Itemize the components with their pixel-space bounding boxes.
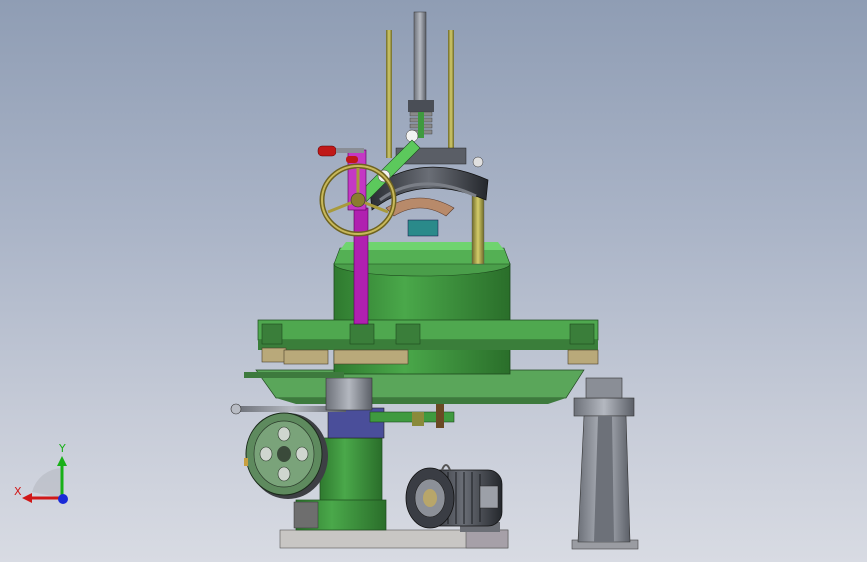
x-axis-label: X <box>14 485 22 498</box>
orientation-triad: Y X <box>14 442 68 504</box>
drive-pulley <box>244 412 328 499</box>
triad-plane-shading <box>32 468 62 498</box>
z-axis-dot-icon <box>58 494 68 504</box>
machine-3d-model[interactable] <box>0 0 867 562</box>
y-axis-label: Y <box>58 442 66 455</box>
center-spindle <box>408 11 434 138</box>
right-support-leg <box>573 377 635 543</box>
cad-viewport[interactable]: Y X <box>0 0 867 562</box>
x-arrowhead-icon <box>22 493 32 503</box>
electric-motor <box>405 464 503 532</box>
y-arrowhead-icon <box>57 456 67 466</box>
